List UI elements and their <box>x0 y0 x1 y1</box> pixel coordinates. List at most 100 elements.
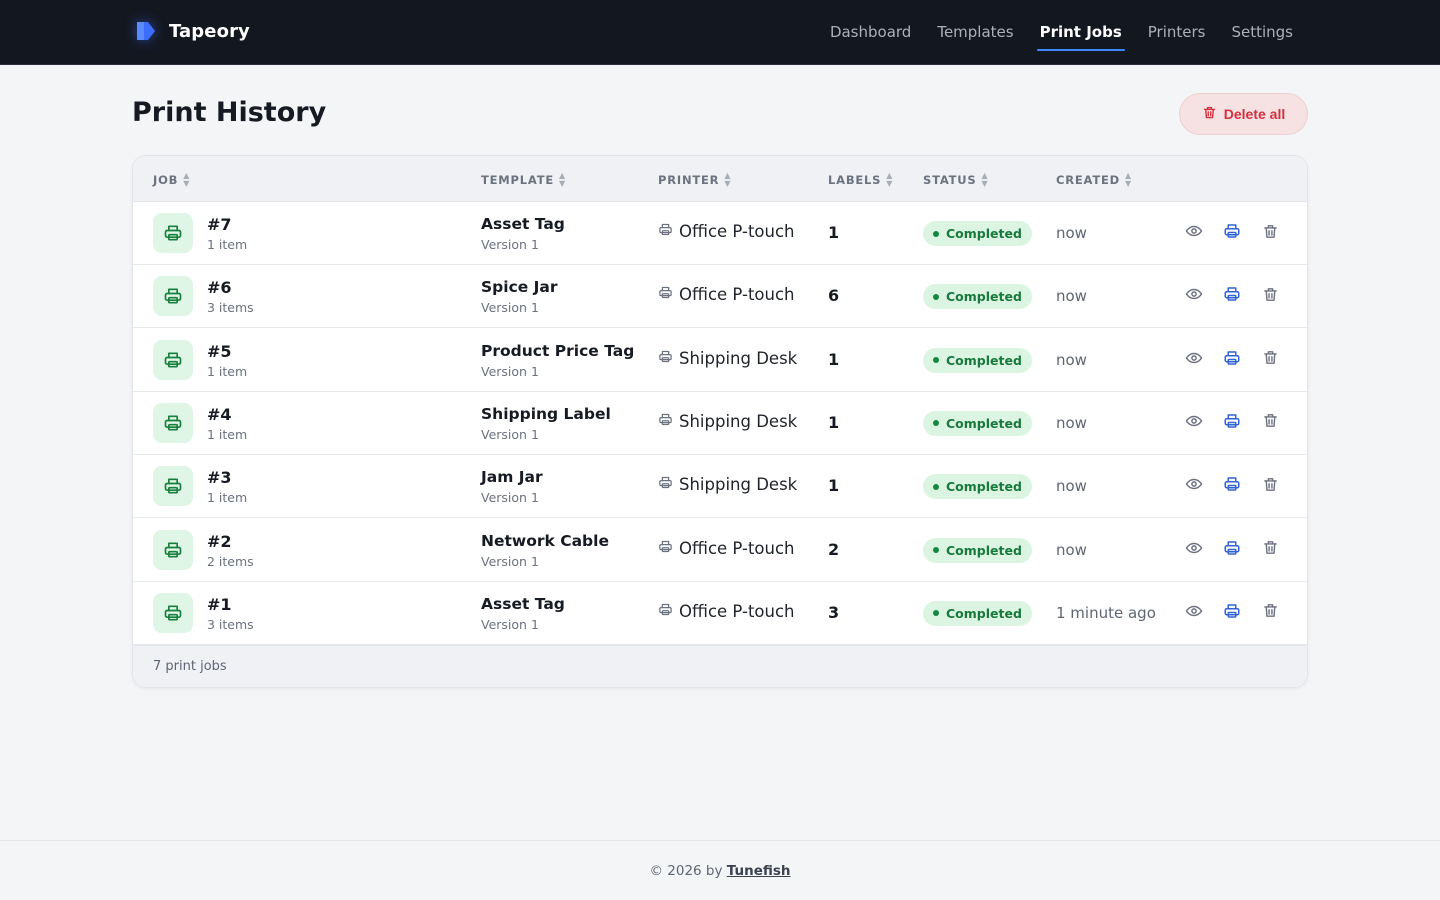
status-dot <box>933 420 939 427</box>
created-time: now <box>1056 350 1087 369</box>
reprint-button[interactable] <box>1221 349 1243 371</box>
template-name[interactable]: Spice Jar <box>481 278 558 296</box>
table-row[interactable]: #3 1 item Jam Jar Version 1 Shipping Des… <box>133 455 1307 519</box>
footer-link-tunefish[interactable]: Tunefish <box>727 863 791 879</box>
reprint-button[interactable] <box>1221 602 1243 624</box>
reprint-button[interactable] <box>1221 539 1243 561</box>
created-time: now <box>1056 413 1087 432</box>
reprint-button[interactable] <box>1221 412 1243 434</box>
printer-icon <box>153 276 193 317</box>
job-id[interactable]: #6 <box>207 278 232 297</box>
view-button[interactable] <box>1183 349 1205 371</box>
job-id[interactable]: #3 <box>207 468 232 487</box>
status-text: Completed <box>946 542 1022 558</box>
column-header-created[interactable]: CREATED ▲ ▼ <box>1056 172 1132 188</box>
column-label: STATUS <box>923 173 977 187</box>
eye-icon <box>1185 222 1203 244</box>
column-header-printer[interactable]: PRINTER ▲ ▼ <box>658 172 731 188</box>
column-label: CREATED <box>1056 173 1121 187</box>
status-dot <box>933 483 939 490</box>
brand[interactable]: Tapeory <box>133 18 250 44</box>
printer-icon <box>1223 222 1241 244</box>
table-row[interactable]: #1 3 items Asset Tag Version 1 Office P-… <box>133 582 1307 645</box>
status-badge: Completed <box>923 537 1032 563</box>
table-row[interactable]: #6 3 items Spice Jar Version 1 Office P-… <box>133 265 1307 329</box>
reprint-button[interactable] <box>1221 285 1243 307</box>
nav-item-dashboard[interactable]: Dashboard <box>817 0 924 64</box>
view-button[interactable] <box>1183 602 1205 624</box>
template-version: Version 1 <box>481 616 539 632</box>
nav-item-settings[interactable]: Settings <box>1218 0 1306 64</box>
reprint-button[interactable] <box>1221 475 1243 497</box>
column-header-job[interactable]: JOB ▲ ▼ <box>153 172 190 188</box>
delete-button[interactable] <box>1259 412 1281 434</box>
view-button[interactable] <box>1183 539 1205 561</box>
job-id[interactable]: #5 <box>207 342 232 361</box>
printer-icon <box>153 402 193 443</box>
eye-icon <box>1185 349 1203 371</box>
printer-icon <box>658 475 673 494</box>
printer-icon <box>153 592 193 633</box>
delete-button[interactable] <box>1259 475 1281 497</box>
view-button[interactable] <box>1183 222 1205 244</box>
created-time: now <box>1056 287 1087 306</box>
table-row[interactable]: #2 2 items Network Cable Version 1 Offic… <box>133 519 1307 582</box>
view-button[interactable] <box>1183 475 1205 497</box>
delete-button[interactable] <box>1259 222 1281 244</box>
nav-item-templates[interactable]: Templates <box>924 0 1026 64</box>
created-time: now <box>1056 477 1087 496</box>
nav-item-print-jobs[interactable]: Print Jobs <box>1027 0 1135 64</box>
job-id[interactable]: #7 <box>207 215 232 234</box>
job-id[interactable]: #2 <box>207 532 232 551</box>
job-id[interactable]: #4 <box>207 405 232 424</box>
template-name[interactable]: Network Cable <box>481 532 609 550</box>
template-version: Version 1 <box>481 490 539 506</box>
sort-icon: ▲ ▼ <box>183 171 191 188</box>
print-jobs-table: JOB ▲ ▼ TEMPLATE ▲ ▼ PRINTER ▲ ▼ LABELS ▲ ▼ STAT… <box>132 155 1308 688</box>
trash-icon <box>1262 412 1279 433</box>
column-label: TEMPLATE <box>481 173 555 187</box>
printer-name: Office P-touch <box>679 538 795 558</box>
status-dot <box>933 293 939 300</box>
template-name[interactable]: Asset Tag <box>481 215 565 233</box>
template-name[interactable]: Product Price Tag <box>481 342 634 360</box>
top-navbar: Tapeory Dashboard Templates Print Jobs P… <box>0 0 1440 65</box>
job-count: 7 print jobs <box>153 659 227 674</box>
printer-icon <box>153 213 193 253</box>
template-name[interactable]: Jam Jar <box>481 468 543 486</box>
delete-button[interactable] <box>1259 285 1281 307</box>
view-button[interactable] <box>1183 412 1205 434</box>
printer-name: Shipping Desk <box>679 348 798 368</box>
printer-icon <box>658 539 673 558</box>
table-row[interactable]: #4 1 item Shipping Label Version 1 Shipp… <box>133 392 1307 455</box>
trash-icon <box>1262 223 1279 244</box>
view-button[interactable] <box>1183 285 1205 307</box>
status-badge: Completed <box>923 221 1032 246</box>
delete-button[interactable] <box>1259 602 1281 624</box>
delete-button[interactable] <box>1259 539 1281 561</box>
reprint-button[interactable] <box>1221 222 1243 244</box>
job-id[interactable]: #1 <box>207 595 232 614</box>
printer-name: Office P-touch <box>679 222 795 241</box>
table-row[interactable]: #7 1 item Asset Tag Version 1 Office P-t… <box>133 202 1307 265</box>
template-version: Version 1 <box>481 300 539 316</box>
copyright-text: © 2026 by <box>649 863 723 879</box>
column-header-status[interactable]: STATUS ▲ ▼ <box>923 172 988 188</box>
template-name[interactable]: Asset Tag <box>481 595 565 613</box>
table-row[interactable]: #5 1 item Product Price Tag Version 1 Sh… <box>133 329 1307 392</box>
printer-icon <box>658 412 673 431</box>
column-header-template[interactable]: TEMPLATE ▲ ▼ <box>481 172 566 188</box>
sort-icon: ▲ ▼ <box>981 171 989 188</box>
status-badge: Completed <box>923 410 1032 436</box>
delete-button[interactable] <box>1259 349 1281 371</box>
template-name[interactable]: Shipping Label <box>481 405 611 423</box>
column-label: JOB <box>153 173 179 187</box>
printer-cell: Office P-touch <box>658 285 795 304</box>
nav-item-printers[interactable]: Printers <box>1135 0 1219 64</box>
column-header-labels[interactable]: LABELS ▲ ▼ <box>828 172 893 188</box>
delete-all-button[interactable]: Delete all <box>1179 93 1308 135</box>
trash-icon <box>1262 602 1279 623</box>
column-label: LABELS <box>828 173 882 187</box>
label-count: 1 <box>828 412 840 432</box>
printer-cell: Shipping Desk <box>658 412 797 431</box>
